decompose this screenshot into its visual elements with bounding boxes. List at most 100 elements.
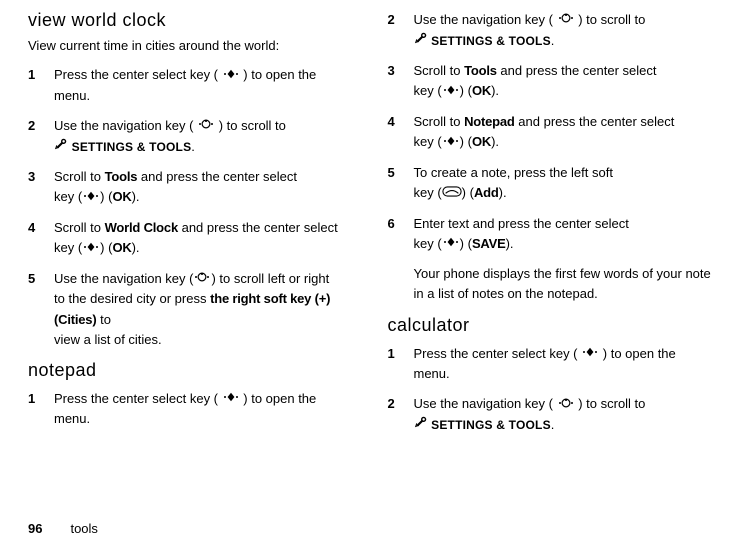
- center-select-icon: [82, 188, 100, 208]
- text: ).: [491, 83, 499, 98]
- step-item: 5 Use the navigation key () to scroll le…: [28, 269, 352, 350]
- text: key (: [414, 83, 442, 98]
- text: key (: [414, 236, 442, 251]
- center-select-icon: [222, 389, 240, 409]
- step-body: Enter text and press the center select k…: [414, 214, 712, 305]
- text: ).: [506, 236, 514, 251]
- step-body: To create a note, press the left soft ke…: [414, 163, 712, 204]
- center-select-icon: [222, 66, 240, 86]
- navigation-key-icon: [557, 10, 575, 30]
- text: key (: [414, 134, 442, 149]
- step-item: 2 Use the navigation key ( ) to scroll t…: [388, 10, 712, 51]
- text: key (: [54, 189, 82, 204]
- step-body: Press the center select key ( ) to open …: [414, 344, 712, 385]
- step-number: 3: [388, 61, 414, 102]
- step-item: 5 To create a note, press the left soft …: [388, 163, 712, 204]
- text: Use the navigation key (: [414, 396, 553, 411]
- step-item: 3 Scroll to Tools and press the center s…: [28, 167, 352, 208]
- step-number: 4: [28, 218, 54, 259]
- bold-text: Tools: [464, 63, 497, 78]
- text: Press the center select key (: [54, 67, 218, 82]
- softkey-icon: [442, 183, 462, 203]
- step-item: 6 Enter text and press the center select…: [388, 214, 712, 305]
- text: key (: [414, 185, 442, 200]
- text: and press the center select: [515, 114, 675, 129]
- intro-text: View current time in cities around the w…: [28, 37, 352, 55]
- step-body: Scroll to Tools and press the center sel…: [414, 61, 712, 102]
- center-select-icon: [442, 133, 460, 153]
- menu-name: SETTINGS & TOOLS: [431, 34, 551, 48]
- navigation-key-icon: [197, 116, 215, 136]
- text: .: [551, 417, 555, 432]
- text: ) (: [460, 83, 472, 98]
- page-footer: 96 tools: [28, 521, 98, 536]
- text: ) to scroll to: [578, 12, 645, 27]
- menu-name: SETTINGS & TOOLS: [72, 140, 192, 154]
- text: to the desired city or press: [54, 291, 210, 306]
- bold-text: World Clock: [105, 220, 178, 235]
- bold-text: Add: [474, 185, 499, 200]
- step-body: Use the navigation key ( ) to scroll to …: [54, 116, 352, 157]
- step-number: 1: [388, 344, 414, 385]
- text: ).: [499, 185, 507, 200]
- text: Use the navigation key (: [54, 118, 193, 133]
- text: Enter text and press the center select: [414, 216, 629, 231]
- bold-text: OK: [472, 134, 491, 149]
- left-column: view world clock View current time in ci…: [28, 10, 352, 500]
- text: ).: [491, 134, 499, 149]
- result-text: Your phone displays the first few words …: [414, 264, 712, 304]
- text: ) to scroll left or right: [211, 271, 329, 286]
- text: Press the center select key (: [414, 346, 578, 361]
- text: and press the center select: [178, 220, 338, 235]
- text: Use the navigation key (: [414, 12, 553, 27]
- text: Scroll to: [414, 114, 465, 129]
- bold-text: Notepad: [464, 114, 515, 129]
- step-body: Use the navigation key ( ) to scroll to …: [414, 394, 712, 435]
- center-select-icon: [442, 82, 460, 102]
- text: and press the center select: [137, 169, 297, 184]
- step-item: 1 Press the center select key ( ) to ope…: [28, 65, 352, 106]
- step-number: 4: [388, 112, 414, 153]
- text: ) to open the: [243, 67, 316, 82]
- text: ) (: [100, 189, 112, 204]
- text: ) (: [460, 134, 472, 149]
- wrench-icon: [54, 137, 68, 157]
- text: and press the center select: [497, 63, 657, 78]
- text: ).: [132, 189, 140, 204]
- navigation-key-icon: [193, 269, 211, 289]
- heading-calculator: calculator: [388, 315, 712, 336]
- text: ).: [132, 240, 140, 255]
- text: ) (: [462, 185, 474, 200]
- step-number: 3: [28, 167, 54, 208]
- text: Scroll to: [414, 63, 465, 78]
- navigation-key-icon: [557, 395, 575, 415]
- step-item: 1 Press the center select key ( ) to ope…: [388, 344, 712, 385]
- text: ) to scroll to: [219, 118, 286, 133]
- text: key (: [54, 240, 82, 255]
- step-item: 3 Scroll to Tools and press the center s…: [388, 61, 712, 102]
- step-item: 2 Use the navigation key ( ) to scroll t…: [28, 116, 352, 157]
- text: .: [191, 139, 195, 154]
- bold-text: OK: [472, 83, 491, 98]
- step-item: 2 Use the navigation key ( ) to scroll t…: [388, 394, 712, 435]
- bold-text: Tools: [105, 169, 138, 184]
- text: menu.: [54, 411, 90, 426]
- bold-text: OK: [112, 189, 131, 204]
- menu-name: SETTINGS & TOOLS: [431, 418, 551, 432]
- footer-section: tools: [70, 521, 97, 536]
- step-number: 1: [28, 389, 54, 430]
- step-number: 6: [388, 214, 414, 305]
- text: Scroll to: [54, 220, 105, 235]
- step-number: 5: [388, 163, 414, 204]
- text: ) (: [100, 240, 112, 255]
- center-select-icon: [581, 344, 599, 364]
- text: ) to open the: [603, 346, 676, 361]
- step-body: Scroll to Tools and press the center sel…: [54, 167, 352, 208]
- text: ) to scroll to: [578, 396, 645, 411]
- text: menu.: [414, 366, 450, 381]
- page: view world clock View current time in ci…: [0, 0, 739, 550]
- step-number: 2: [28, 116, 54, 157]
- text: to: [96, 312, 110, 327]
- center-select-icon: [82, 239, 100, 259]
- text: Press the center select key (: [54, 391, 218, 406]
